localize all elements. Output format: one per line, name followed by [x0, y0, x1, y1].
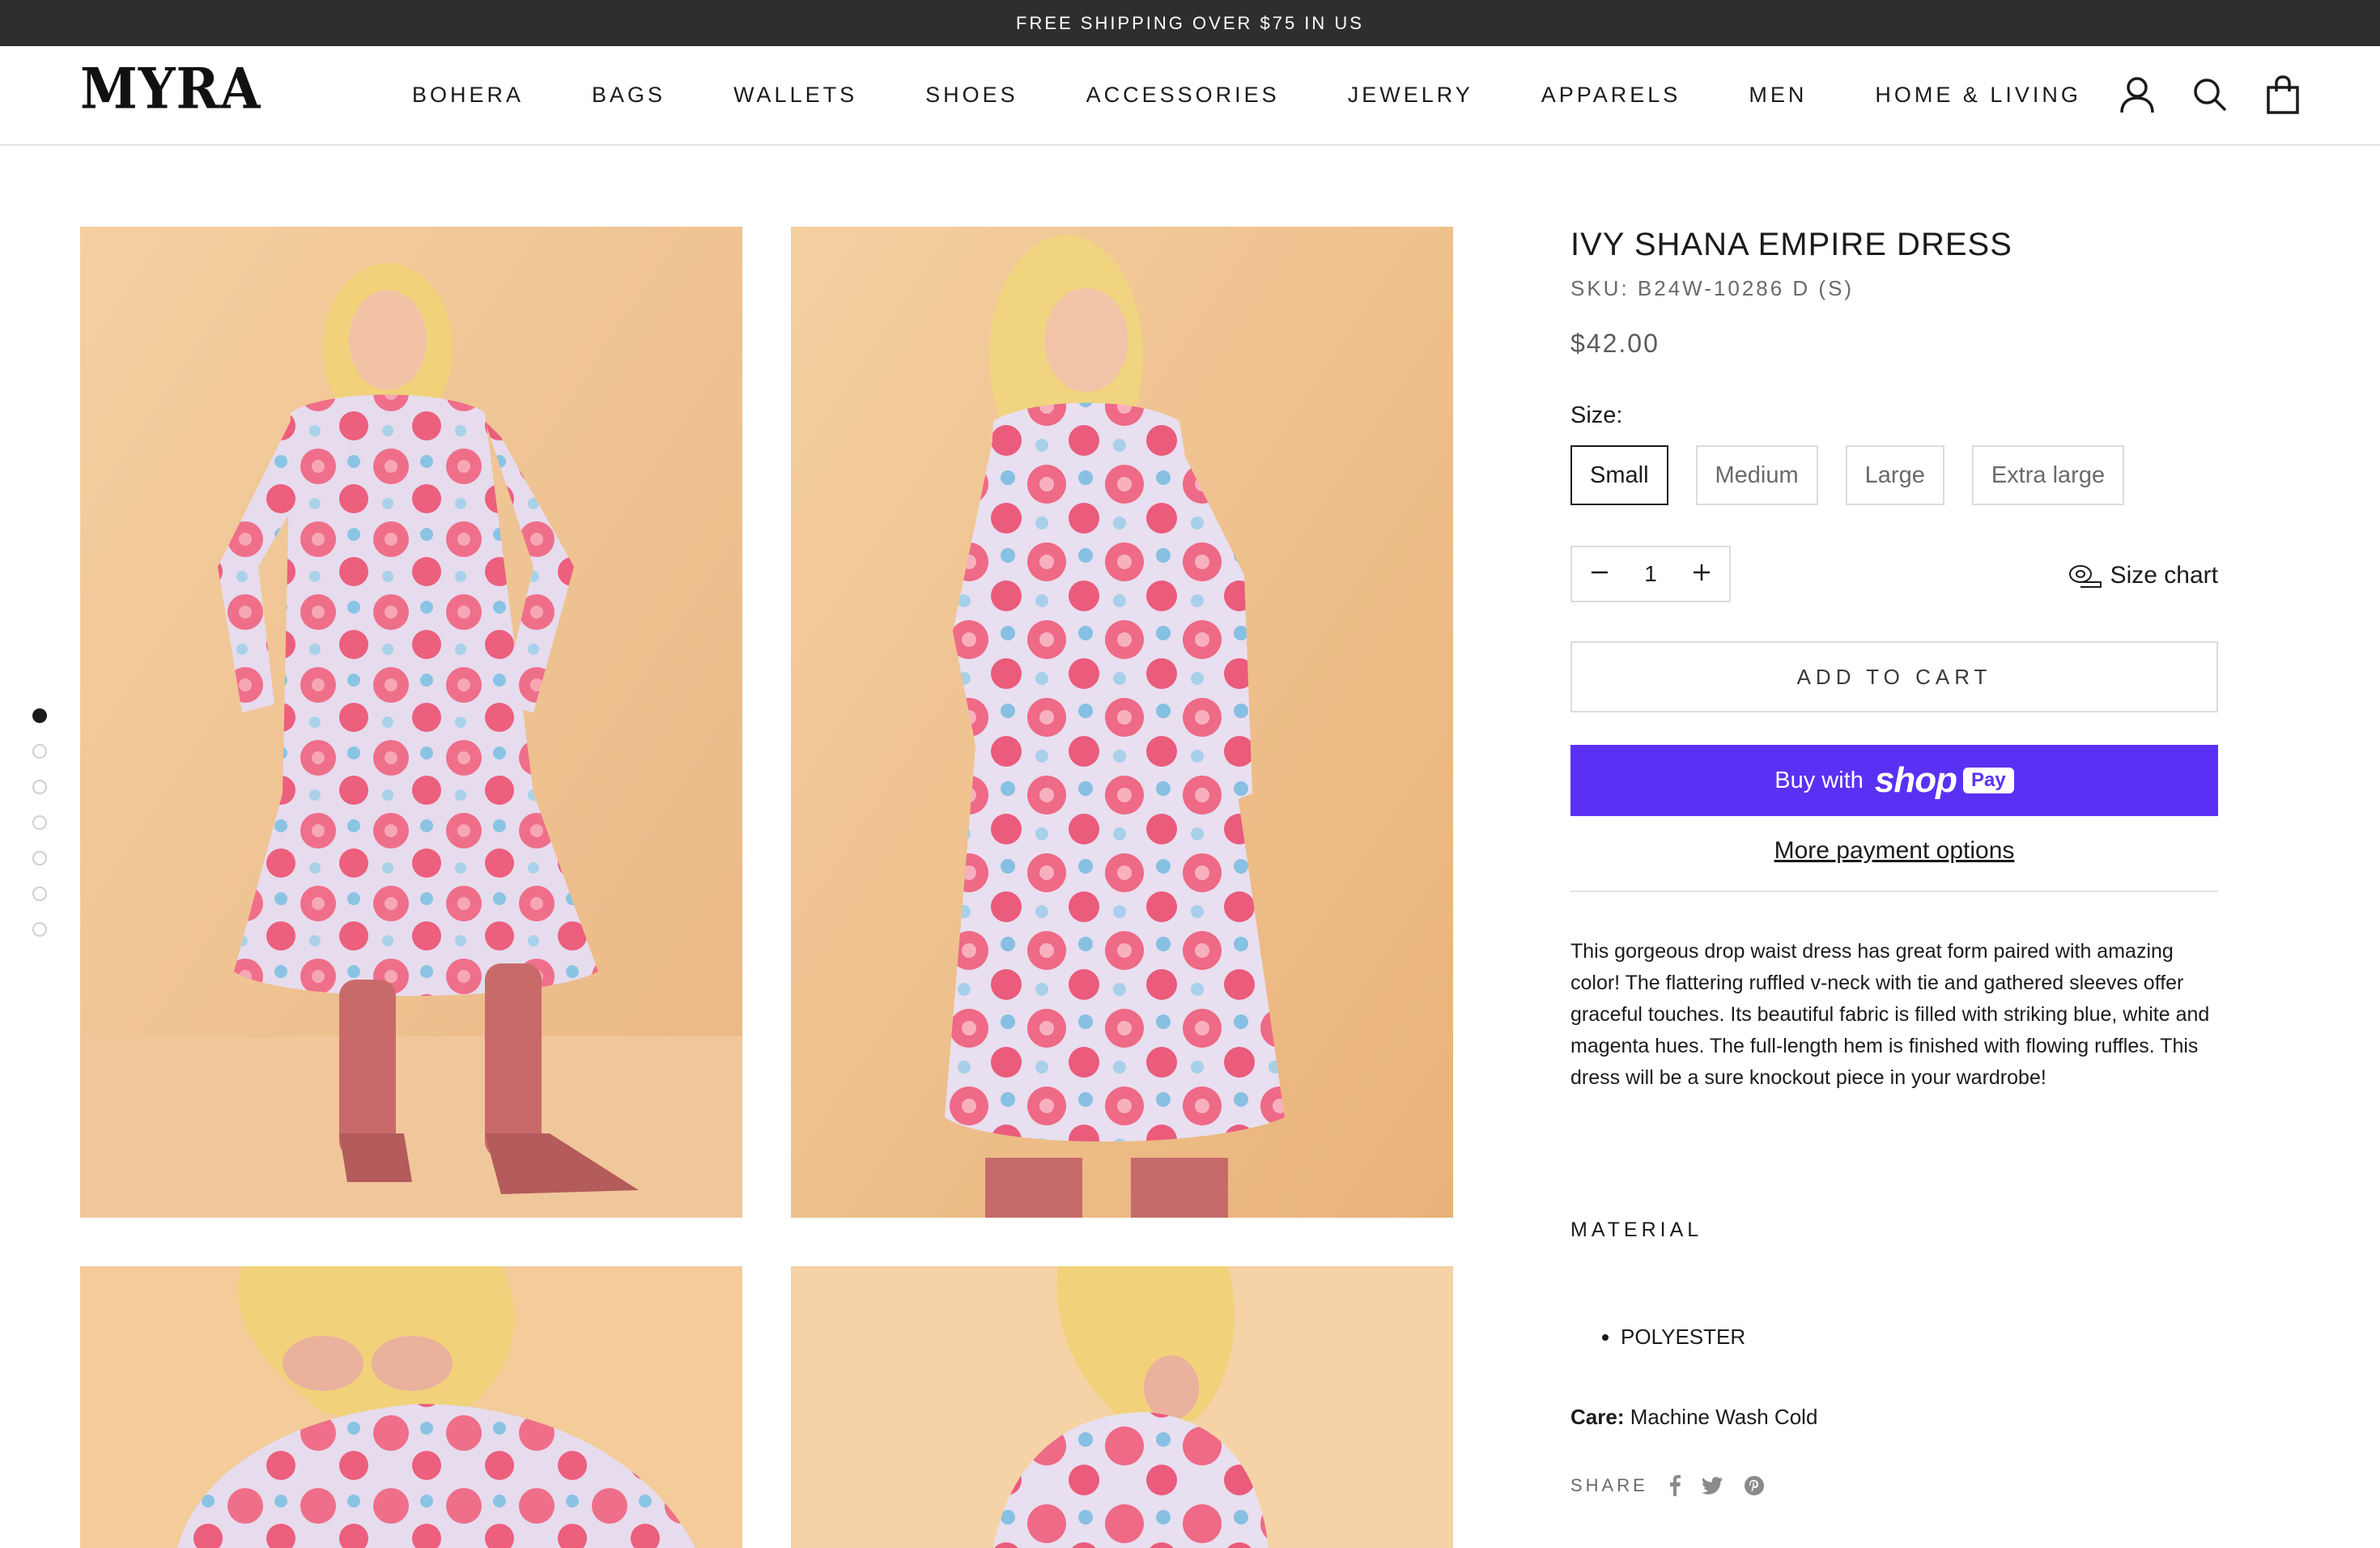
size-chart-link[interactable]: Size chart [2068, 562, 2218, 589]
account-icon[interactable] [2116, 74, 2158, 116]
gallery-dot[interactable] [32, 887, 47, 901]
size-option-medium[interactable]: Medium [1695, 445, 1818, 505]
care-value: Machine Wash Cold [1630, 1405, 1818, 1429]
shop-pay-buy-with: Buy with [1774, 767, 1864, 793]
material-item: POLYESTER [1621, 1325, 2218, 1350]
twitter-icon[interactable] [1701, 1477, 1723, 1495]
product-photo-detail-right[interactable] [791, 1266, 1453, 1548]
gallery-dot[interactable] [32, 780, 47, 794]
size-option-extra-large[interactable]: Extra large [1971, 445, 2125, 505]
size-label: Size: [1570, 402, 1623, 428]
size-option-large[interactable]: Large [1845, 445, 1944, 505]
nav-item-apparels[interactable]: APPARELS [1541, 83, 1681, 108]
more-payment-options-link[interactable]: More payment options [1570, 837, 2218, 865]
product-photo-side[interactable] [791, 227, 1453, 1218]
gallery-dots [32, 708, 49, 958]
nav-item-shoes[interactable]: SHOES [925, 83, 1018, 108]
material-list: POLYESTER [1570, 1325, 2218, 1350]
logo[interactable]: MYRA [80, 62, 261, 117]
nav-item-accessories[interactable]: ACCESSORIES [1086, 83, 1280, 108]
quantity-stepper: 1 [1570, 546, 1731, 602]
announcement-text: FREE SHIPPING OVER $75 IN US [1016, 12, 1364, 33]
size-chart-label: Size chart [2110, 562, 2218, 589]
quantity-value[interactable]: 1 [1644, 561, 1657, 587]
nav-item-jewelry[interactable]: JEWELRY [1348, 83, 1473, 108]
nav-item-bags[interactable]: BAGS [592, 83, 665, 108]
size-selector: Small Medium Large Extra large [1570, 445, 2218, 505]
divider [1570, 891, 2218, 892]
product-description: This gorgeous drop waist dress has great… [1570, 940, 2210, 1089]
add-to-cart-button[interactable]: ADD TO CART [1570, 641, 2218, 712]
nav-item-home-living[interactable]: HOME & LIVING [1875, 83, 2081, 108]
gallery-dot[interactable] [32, 815, 47, 830]
tape-measure-icon [2068, 565, 2102, 588]
plus-icon[interactable] [1692, 563, 1711, 586]
gallery-dot[interactable] [32, 744, 47, 759]
care-info: Care: Machine Wash Cold [1570, 1405, 2218, 1430]
product-sku: SKU: B24W-10286 D (S) [1570, 276, 1855, 300]
shop-pay-logo: shop [1874, 760, 1957, 800]
share-label: SHARE [1570, 1475, 1648, 1495]
shop-pay-badge: Pay [1963, 768, 2014, 793]
product-price: $42.00 [1570, 329, 1660, 358]
site-header: MYRA BOHERA BAGS WALLETS SHOES ACCESSORI… [0, 46, 2380, 146]
product-photo-detail-left[interactable] [80, 1266, 742, 1548]
nav-item-wallets[interactable]: WALLETS [733, 83, 857, 108]
search-icon[interactable] [2189, 74, 2231, 116]
gallery-dot[interactable] [32, 708, 47, 723]
quantity-row: 1 Size chart [1570, 546, 2218, 602]
cart-icon[interactable] [2262, 74, 2304, 116]
gallery-dot[interactable] [32, 851, 47, 865]
care-label: Care: [1570, 1405, 1625, 1429]
gallery-dot[interactable] [32, 922, 47, 937]
facebook-icon[interactable] [1669, 1475, 1681, 1496]
main-nav: BOHERA BAGS WALLETS SHOES ACCESSORIES JE… [412, 46, 2081, 144]
announcement-bar: FREE SHIPPING OVER $75 IN US [0, 0, 2380, 46]
nav-item-bohera[interactable]: BOHERA [412, 83, 524, 108]
shop-pay-button[interactable]: Buy with shop Pay [1570, 745, 2218, 816]
product-info: IVY SHANA EMPIRE DRESS SKU: B24W-10286 D… [1570, 227, 2218, 1496]
nav-item-men[interactable]: MEN [1749, 83, 1807, 108]
material-heading: MATERIAL [1570, 1218, 1703, 1241]
size-option-small[interactable]: Small [1570, 445, 1668, 505]
pinterest-icon[interactable] [1744, 1475, 1765, 1496]
share-row: SHARE [1570, 1475, 2218, 1496]
minus-icon[interactable] [1590, 563, 1609, 586]
product-photo-front[interactable] [80, 227, 742, 1218]
product-title: IVY SHANA EMPIRE DRESS [1570, 227, 2012, 262]
